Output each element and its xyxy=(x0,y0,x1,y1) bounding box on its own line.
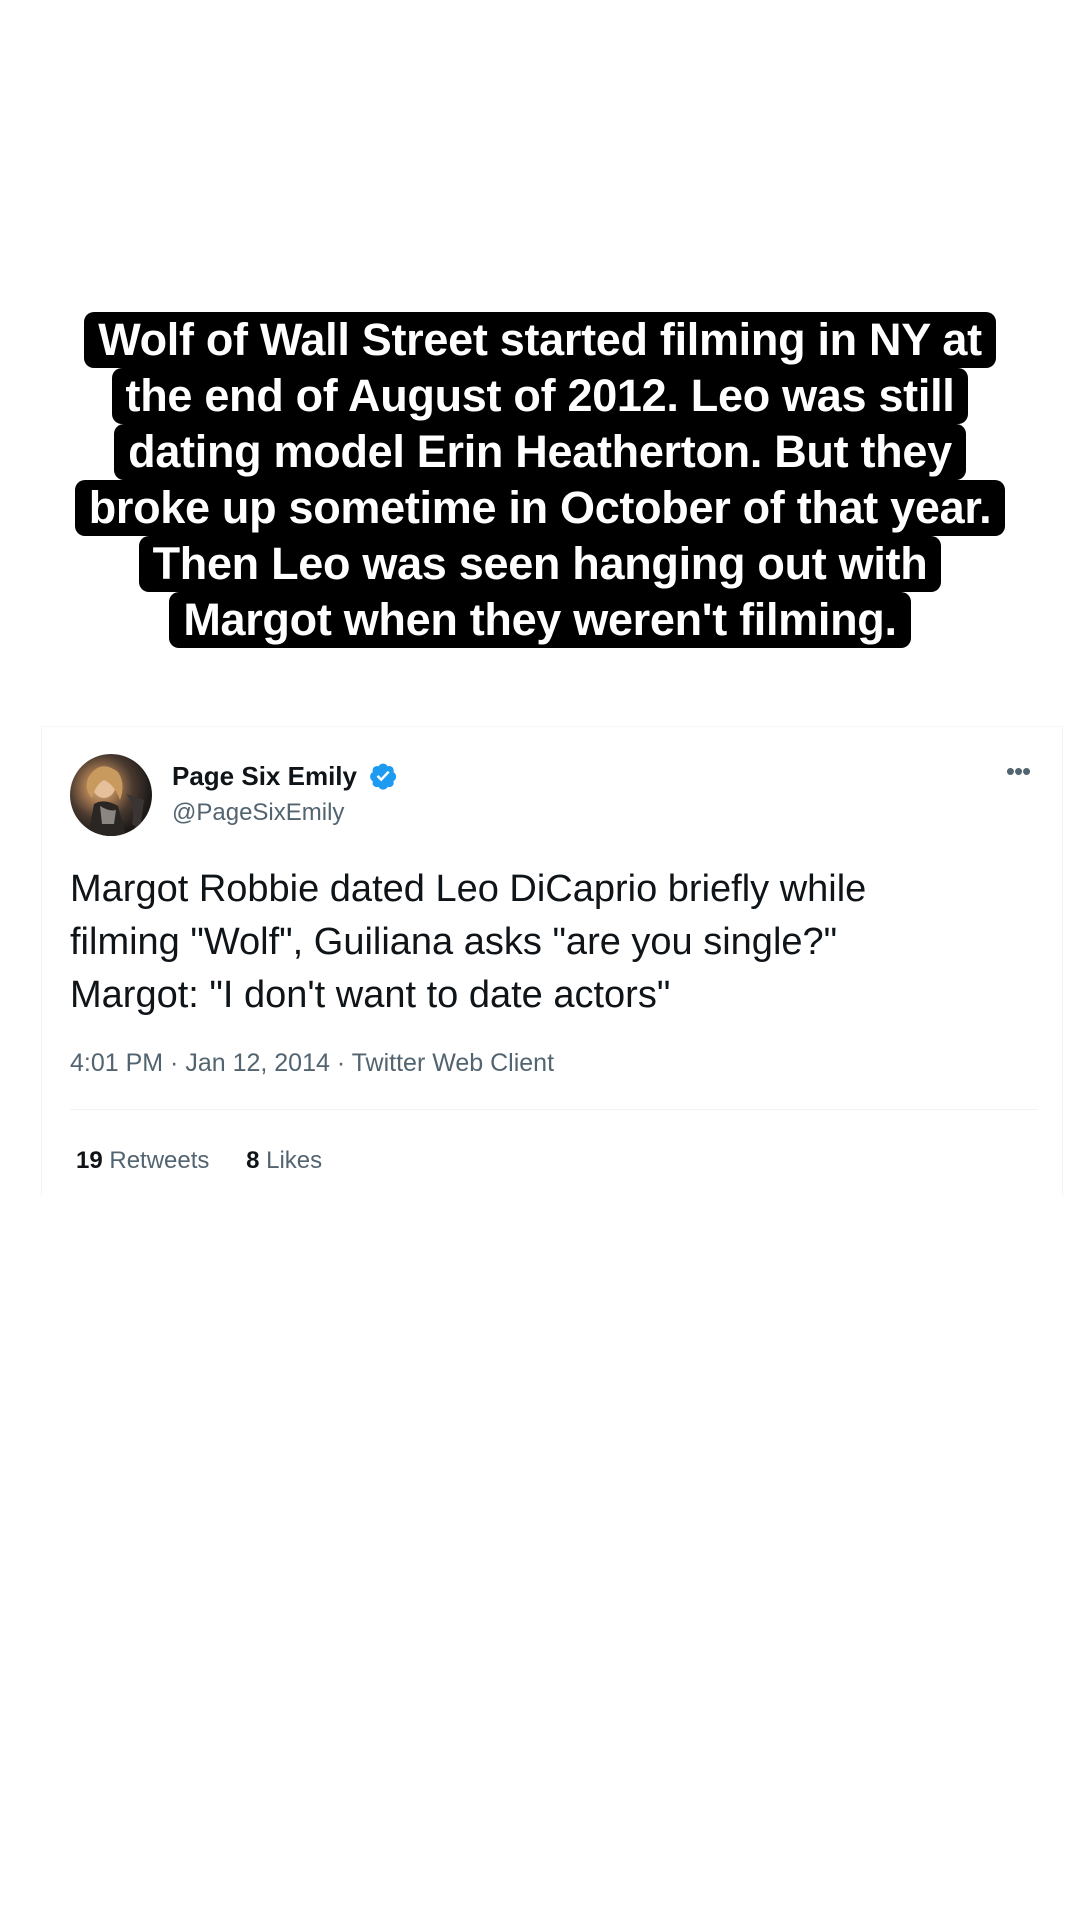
divider xyxy=(70,1109,1038,1110)
tweet-timestamp-source[interactable]: 4:01 PM · Jan 12, 2014 · Twitter Web Cli… xyxy=(70,1049,554,1078)
retweets-count: 19 xyxy=(76,1147,103,1174)
caption-line: Wolf of Wall Street started filming in N… xyxy=(84,312,996,368)
caption-line: broke up sometime in October of that yea… xyxy=(74,480,1006,536)
story-page: Wolf of Wall Street started filming in N… xyxy=(0,0,1080,1920)
author-name[interactable]: Page Six Emily xyxy=(172,761,357,792)
author-handle[interactable]: @PageSixEmily xyxy=(172,799,344,827)
avatar-photo-icon xyxy=(86,766,144,836)
tweet-text-line: Margot Robbie dated Leo DiCaprio briefly… xyxy=(70,868,867,910)
caption-line: dating model Erin Heatherton. But they xyxy=(114,424,966,480)
avatar[interactable] xyxy=(70,754,152,836)
tweet-stats: 19 Retweets 8 Likes xyxy=(76,1147,352,1175)
tweet-text-line: filming "Wolf", Guiliana asks "are you s… xyxy=(70,921,838,963)
caption-line: Then Leo was seen hanging out with xyxy=(138,536,942,592)
tweet-card: Page Six Emily @PageSixEmily ••• Margot … xyxy=(41,726,1063,1195)
retweets-label: Retweets xyxy=(109,1147,210,1174)
retweets-stat[interactable]: 19 Retweets xyxy=(76,1147,209,1174)
likes-label: Likes xyxy=(266,1147,323,1174)
likes-stat[interactable]: 8 Likes xyxy=(246,1147,322,1174)
tweet-text: Margot Robbie dated Leo DiCaprio briefly… xyxy=(70,863,1030,1022)
caption-line: the end of August of 2012. Leo was still xyxy=(111,368,969,424)
verified-badge-icon xyxy=(370,763,397,790)
caption-line: Margot when they weren't filming. xyxy=(169,592,911,648)
likes-count: 8 xyxy=(246,1147,260,1174)
tweet-text-line: Margot: "I don't want to date actors" xyxy=(70,974,671,1016)
story-caption: Wolf of Wall Street started filming in N… xyxy=(50,312,1030,648)
more-horizontal-icon[interactable]: ••• xyxy=(1002,758,1034,785)
